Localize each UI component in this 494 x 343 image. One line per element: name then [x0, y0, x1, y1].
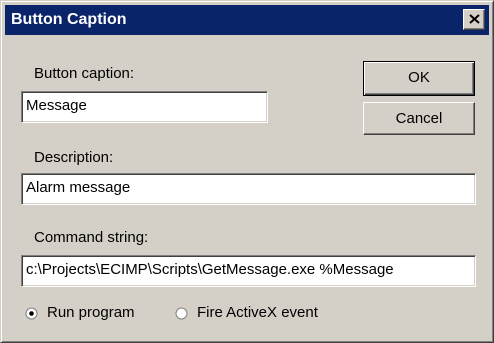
radio-fire-activex-event[interactable]: Fire ActiveX event — [175, 304, 318, 322]
radio-run-program[interactable]: Run program — [25, 304, 135, 322]
button-caption-dialog: Button Caption Button caption: Message O… — [0, 0, 494, 343]
command-string-input[interactable]: c:\Projects\ECIMP\Scripts\GetMessage.exe… — [21, 255, 476, 287]
window-title: Button Caption — [11, 11, 127, 28]
radio-run-program-label: Run program — [47, 304, 135, 321]
command-string-label: Command string: — [34, 229, 149, 246]
title-bar[interactable]: Button Caption — [5, 5, 489, 35]
ok-button[interactable]: OK — [363, 61, 475, 96]
ok-button-label: OK — [408, 69, 430, 86]
description-input[interactable]: Alarm message — [21, 173, 476, 205]
radio-selected-icon — [25, 307, 38, 319]
button-caption-input[interactable]: Message — [21, 91, 268, 123]
description-label: Description: — [34, 149, 114, 166]
radio-unselected-icon — [175, 307, 188, 319]
cancel-button[interactable]: Cancel — [363, 102, 475, 135]
cancel-button-label: Cancel — [395, 110, 443, 127]
radio-fire-activex-event-label: Fire ActiveX event — [197, 304, 318, 321]
button-caption-label: Button caption: — [34, 65, 135, 82]
close-icon — [469, 14, 480, 24]
close-button[interactable] — [463, 9, 485, 30]
